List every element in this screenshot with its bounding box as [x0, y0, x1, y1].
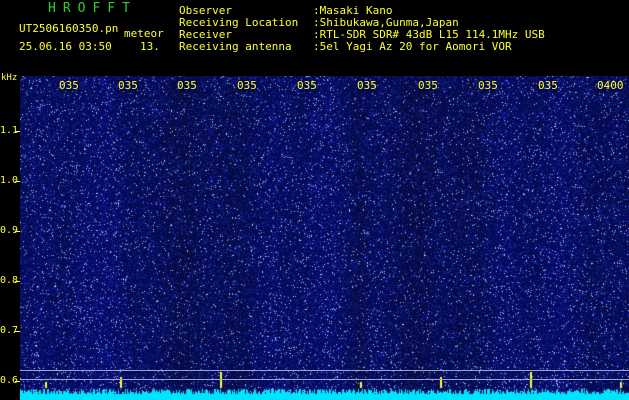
- y-tick-mark: [15, 281, 20, 282]
- x-tick-label: 035: [59, 79, 79, 92]
- antenna-label: Receiving antenna: [179, 40, 292, 53]
- x-tick-label: 035: [237, 79, 257, 92]
- meteor-count: 13.: [140, 40, 160, 53]
- y-tick-mark: [15, 181, 20, 182]
- x-tick-label: 035: [118, 79, 138, 92]
- x-tick-label: 035: [297, 79, 317, 92]
- antenna-value: :5el Yagi Az 20 for Aomori VOR: [313, 40, 512, 53]
- y-tick-mark: [15, 131, 20, 132]
- x-tick-label: 035: [538, 79, 558, 92]
- x-tick-label: 035: [357, 79, 377, 92]
- date-time: 25.06.16 03:50: [19, 40, 112, 53]
- reference-line: [20, 370, 629, 371]
- y-tick-mark: [15, 381, 20, 382]
- y-tick-mark: [15, 331, 20, 332]
- spectrogram: [20, 76, 629, 400]
- x-tick-label: 0400: [597, 79, 624, 92]
- header-panel: HROFFT UT2506160350.pn meteor 25.06.16 0…: [0, 0, 629, 76]
- y-tick-mark: [15, 231, 20, 232]
- reference-line: [20, 379, 629, 380]
- file-name: UT2506160350.pn: [19, 22, 119, 35]
- meteor-label: meteor: [124, 27, 164, 40]
- x-tick-label: 035: [478, 79, 498, 92]
- x-tick-label: 035: [418, 79, 438, 92]
- y-axis-unit: kHz: [1, 73, 18, 83]
- x-tick-label: 035: [177, 79, 197, 92]
- app-title: HROFFT: [48, 1, 137, 16]
